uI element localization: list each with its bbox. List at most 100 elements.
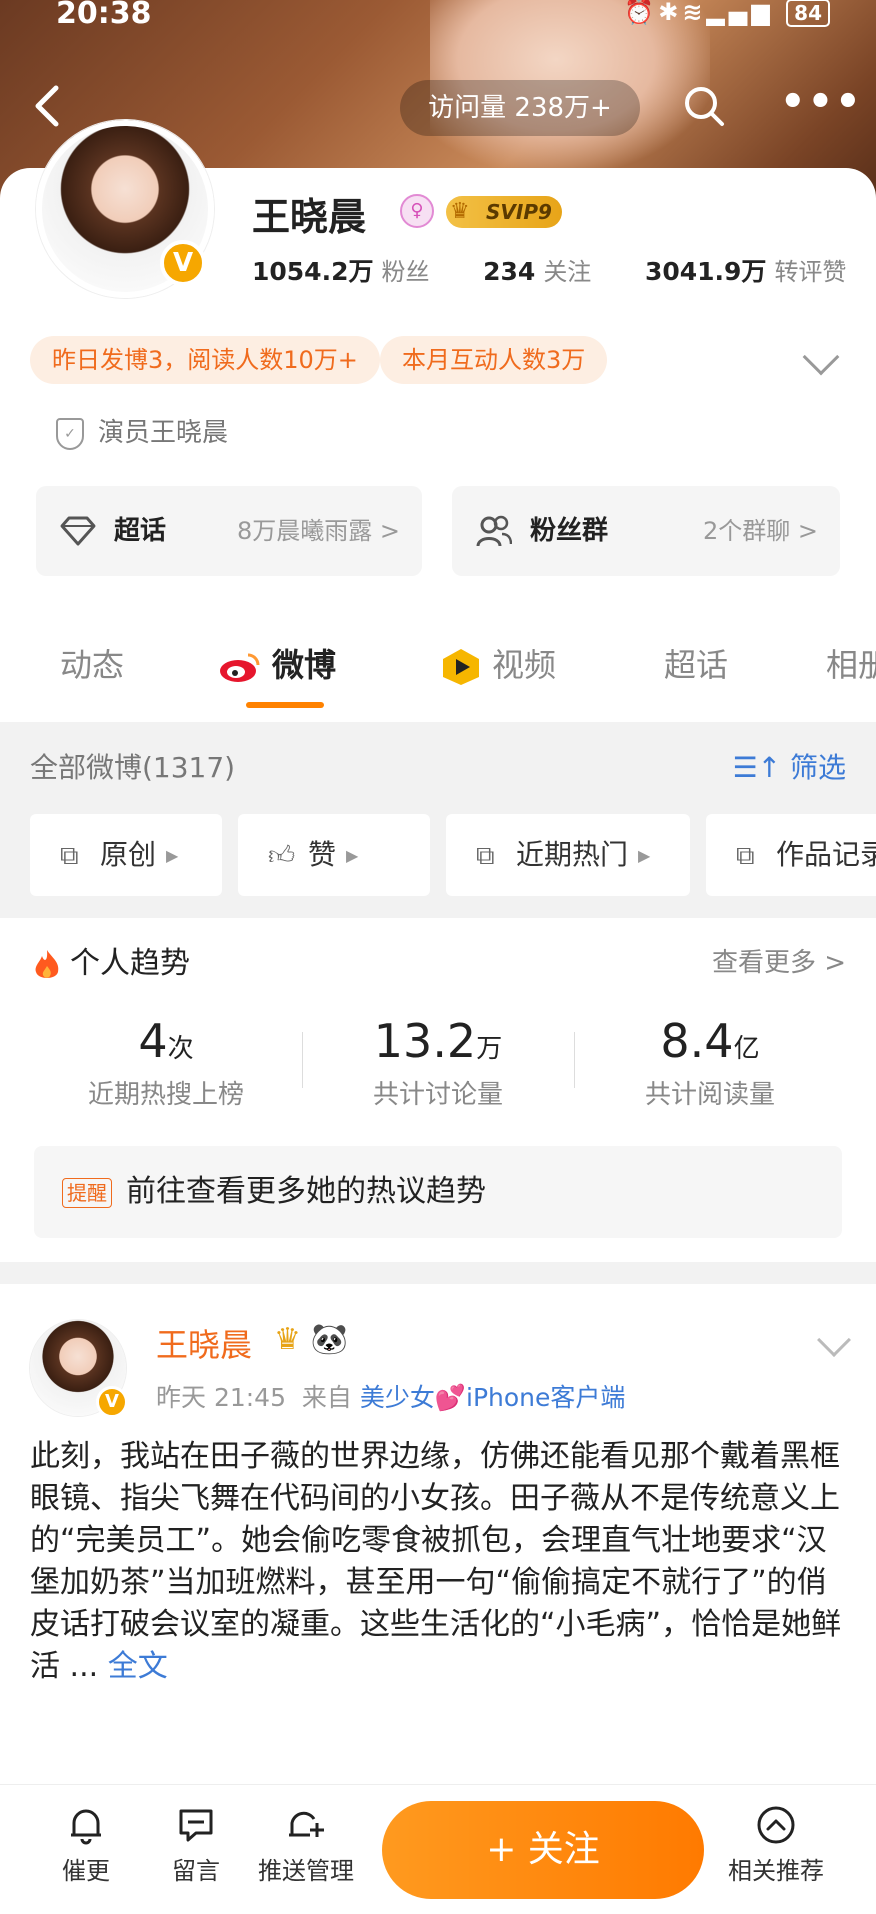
- fangroup-title: 粉丝群: [530, 516, 609, 546]
- more-options-icon[interactable]: •••: [780, 82, 863, 122]
- related-recommend-label: 相关推荐: [728, 1857, 824, 1885]
- thumbs-up-icon: 👍︎: [268, 841, 296, 871]
- filter-chip-label: 赞: [308, 838, 337, 871]
- engagement-label: 转评赞: [774, 258, 847, 286]
- tab-video-label: 视频: [492, 646, 557, 684]
- post-badges: ♛ 🐼: [274, 1322, 348, 1357]
- female-gender-icon: ♀: [400, 194, 434, 228]
- status-time: 20:38: [56, 0, 152, 31]
- remind-update-button[interactable]: 催更: [26, 1805, 146, 1886]
- tab-album[interactable]: 相册: [826, 640, 876, 686]
- remind-tag: 提醒: [62, 1177, 112, 1208]
- personal-trend: 个人趋势 查看更多 > 4次 近期热搜上榜 13.2万 共计讨论量 8.4亿 共…: [0, 918, 876, 1262]
- metric-unit: 亿: [733, 1034, 760, 1064]
- weibo-post: V 王晓晨 ♛ 🐼 昨天 21:45 来自 美少女💕iPhone客户端 此刻，我…: [0, 1284, 876, 1804]
- back-arrow-icon[interactable]: [30, 80, 70, 130]
- supertopic-title: 超话: [114, 516, 167, 546]
- svip-label: SVIP9: [486, 200, 552, 224]
- message-button[interactable]: 留言: [136, 1805, 256, 1886]
- engagement-stat[interactable]: 3041.9万 转评赞: [644, 257, 847, 286]
- chevron-up-circle-icon: [757, 1806, 795, 1844]
- see-more-link[interactable]: 查看更多 >: [712, 942, 846, 979]
- activity-chip[interactable]: 昨日发博3，阅读人数10万+: [30, 336, 380, 384]
- post-text[interactable]: 此刻，我站在田子薇的世界边缘，仿佛还能看见那个戴着黑框眼镜、指尖飞舞在代码间的小…: [30, 1436, 850, 1688]
- group-icon: [476, 515, 512, 547]
- followers-stat[interactable]: 1054.2万 粉丝: [252, 257, 430, 286]
- comment-icon: [179, 1809, 213, 1842]
- push-settings-label: 推送管理: [258, 1857, 354, 1885]
- flame-icon: [35, 949, 59, 978]
- verified-badge-icon: V: [160, 240, 206, 286]
- filter-chip-original[interactable]: ⧉ 原创 ▶: [30, 814, 222, 896]
- following-label: 关注: [543, 258, 592, 286]
- verified-badge-icon: V: [96, 1386, 128, 1418]
- bell-plus-icon: [289, 1811, 324, 1837]
- post-meta: 昨天 21:45 来自 美少女💕iPhone客户端: [156, 1378, 625, 1414]
- trend-reminder[interactable]: 提醒 前往查看更多她的热议趋势: [34, 1146, 842, 1238]
- followers-count: 1054.2万: [252, 257, 374, 286]
- metric-value: 13.2: [373, 1014, 477, 1068]
- profile-tabs: 动态 微博 视频 超话 相册: [0, 620, 876, 716]
- message-label: 留言: [172, 1857, 220, 1885]
- metric-label: 共计讨论量: [372, 1080, 503, 1110]
- filter-chip-hot[interactable]: ⧉ 近期热门 ▶: [446, 814, 690, 896]
- interaction-chip[interactable]: 本月互动人数3万: [380, 336, 608, 384]
- tab-dynamics[interactable]: 动态: [60, 640, 124, 686]
- trend-title-text: 个人趋势: [70, 946, 190, 981]
- following-count: 234: [483, 257, 536, 286]
- filter-chip-works[interactable]: ⧉ 作品记录: [706, 814, 876, 896]
- post-time: 昨天 21:45: [156, 1383, 286, 1412]
- metric-reads[interactable]: 8.4亿 共计阅读量: [574, 1014, 846, 1111]
- supertopic-entry[interactable]: 超话 8万晨曦雨露 >: [36, 486, 422, 576]
- filter-chip-label: 近期热门: [516, 838, 629, 871]
- caret-right-icon: ▶: [346, 846, 359, 865]
- active-tab-indicator: [246, 702, 324, 708]
- filter-chip-likes[interactable]: 👍︎ 赞 ▶: [238, 814, 430, 896]
- bell-icon: [71, 1809, 101, 1845]
- tab-supertopic[interactable]: 超话: [664, 640, 728, 686]
- tab-video[interactable]: 视频: [440, 640, 556, 687]
- post-author[interactable]: 王晓晨: [156, 1320, 252, 1366]
- follow-button[interactable]: + 关注: [382, 1801, 704, 1899]
- post-source[interactable]: 美少女💕iPhone客户端: [360, 1383, 626, 1412]
- engagement-count: 3041.9万: [644, 257, 767, 286]
- metric-label: 近期热搜上榜: [87, 1080, 244, 1110]
- video-play-icon: [443, 649, 479, 685]
- svip-badge[interactable]: ♛ SVIP9: [446, 196, 562, 228]
- followers-label: 粉丝: [381, 258, 430, 286]
- related-recommend-button[interactable]: 相关推荐: [716, 1805, 836, 1886]
- profile-page: 20:38 ⏰✱≋▂▄▆ 84 访问量 238万+ ••• V 王晓晨 ♀ ♛ S…: [0, 0, 876, 1914]
- following-stat[interactable]: 234 关注: [483, 257, 592, 286]
- metric-hot-search[interactable]: 4次 近期热搜上榜: [30, 1014, 302, 1111]
- weibo-logo-icon: [220, 653, 260, 682]
- visit-count: 访问量 238万+: [400, 80, 640, 136]
- status-bar: 20:38 ⏰✱≋▂▄▆ 84: [0, 0, 876, 31]
- supertopic-sub: 8万晨曦雨露 >: [236, 517, 400, 545]
- full-text-link[interactable]: 全文: [108, 1649, 168, 1684]
- signal-icon: ▂▄▆: [706, 0, 774, 26]
- filter-button[interactable]: ☰↑ 筛选: [733, 746, 846, 786]
- filter-label: 筛选: [789, 751, 846, 784]
- tab-weibo-label: 微博: [272, 646, 337, 684]
- alarm-icon: ⏰: [624, 0, 659, 26]
- remind-update-label: 催更: [62, 1857, 110, 1885]
- bottom-action-bar: 催更 留言 推送管理 + 关注 相关推荐: [0, 1784, 876, 1914]
- tab-weibo[interactable]: 微博: [218, 640, 336, 686]
- layers-icon: ⧉: [60, 841, 79, 871]
- search-icon[interactable]: [682, 84, 726, 128]
- panda-badge-icon: 🐼: [310, 1322, 348, 1357]
- battery-icon: 84: [786, 0, 830, 27]
- post-menu-chevron-icon[interactable]: [817, 1323, 851, 1357]
- remind-text: 前往查看更多她的热议趋势: [126, 1174, 486, 1209]
- filter-chip-label: 原创: [100, 838, 157, 871]
- push-settings-button[interactable]: 推送管理: [246, 1805, 366, 1886]
- metric-label: 共计阅读量: [644, 1080, 775, 1110]
- metric-discussion[interactable]: 13.2万 共计讨论量: [302, 1014, 574, 1111]
- section-divider: [0, 1262, 876, 1284]
- caret-right-icon: ▶: [638, 846, 651, 865]
- certification: ✓ 演员王晓晨: [56, 412, 228, 450]
- bluetooth-icon: ✱: [658, 0, 683, 26]
- metric-unit: 次: [167, 1034, 194, 1064]
- fangroup-entry[interactable]: 粉丝群 2个群聊 >: [452, 486, 840, 576]
- shield-icon: ✓: [56, 417, 84, 450]
